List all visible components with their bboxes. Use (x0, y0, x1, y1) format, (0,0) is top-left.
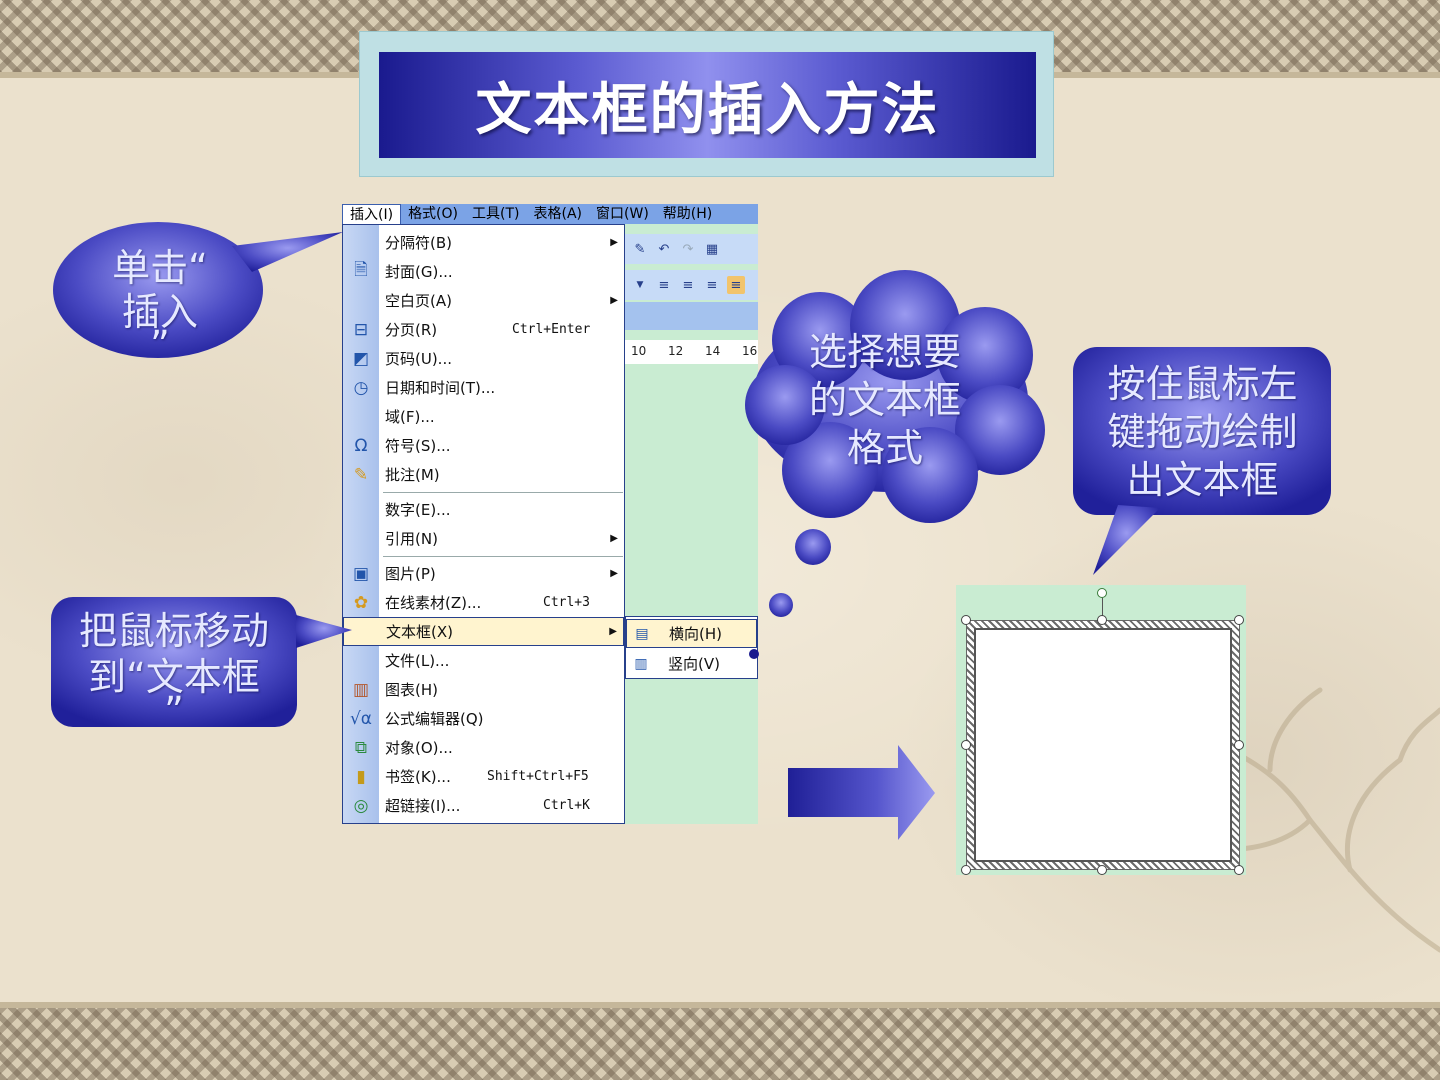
rotation-handle[interactable] (1097, 588, 1107, 598)
resize-handle-bottom-right[interactable] (1234, 865, 1244, 875)
callout-drag-draw-text: 按住鼠标左 键拖动绘制 出文本框 (1080, 360, 1325, 504)
callout-line: ” (164, 689, 184, 733)
resize-handle-left[interactable] (961, 740, 971, 750)
callout-line: 键拖动绘制 (1107, 410, 1298, 454)
callout-choose-format-text: 选择想要 的文本框 格式 (780, 328, 990, 472)
drawn-textbox[interactable] (966, 620, 1240, 870)
resize-handle-top[interactable] (1097, 615, 1107, 625)
callout-move-to-textbox-text: 把鼠标移动 到“文本框 ” (56, 608, 292, 733)
right-arrow-icon (788, 745, 935, 840)
resize-handle-bottom[interactable] (1097, 865, 1107, 875)
callout-line: 选择想要 (808, 330, 961, 374)
callout-line: 格式 (846, 426, 923, 470)
callout-line: 把鼠标移动 (78, 609, 269, 653)
callout-line: 按住鼠标左 (1107, 362, 1298, 406)
textbox-content-area[interactable] (974, 628, 1232, 862)
resize-handle-top-left[interactable] (961, 615, 971, 625)
resize-handle-bottom-left[interactable] (961, 865, 971, 875)
callout-shapes (51, 222, 1331, 840)
callout-line: 出文本框 (1126, 458, 1279, 502)
resize-handle-right[interactable] (1234, 740, 1244, 750)
connector-dot (749, 649, 759, 659)
callout-click-insert-text: 单击“ 插入 ” (70, 246, 250, 367)
callout-line: 的文本框 (808, 378, 961, 422)
callout-line: 单击“ (112, 246, 208, 290)
callout-line: ” (150, 323, 170, 367)
resize-handle-top-right[interactable] (1234, 615, 1244, 625)
